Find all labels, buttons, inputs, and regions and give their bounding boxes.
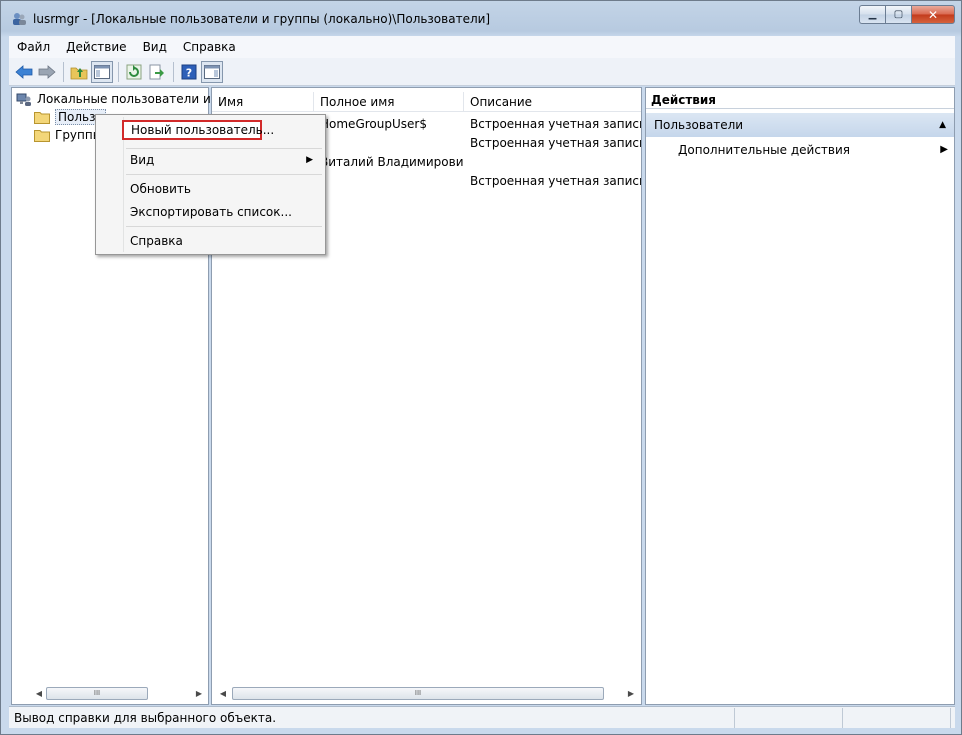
context-menu: Новый пользователь... Вид ▶ Обновить Экс… bbox=[95, 114, 326, 255]
scroll-left-icon[interactable]: ◀ bbox=[32, 687, 46, 701]
export-list-icon bbox=[149, 64, 164, 79]
menu-view[interactable]: Вид bbox=[135, 40, 175, 54]
main-window: lusrmgr - [Локальные пользователи и груп… bbox=[0, 0, 962, 735]
column-header-full-name[interactable]: Полное имя bbox=[314, 92, 464, 112]
menu-bar: Файл Действие Вид Справка bbox=[9, 36, 955, 58]
menu-item-help[interactable]: Справка bbox=[98, 231, 323, 251]
minimize-icon: ▁ bbox=[868, 9, 877, 20]
close-button[interactable]: ✕ bbox=[911, 5, 955, 24]
refresh-button[interactable] bbox=[123, 61, 145, 83]
status-cell bbox=[735, 707, 843, 728]
folder-icon bbox=[34, 111, 50, 124]
title-bar[interactable]: lusrmgr - [Локальные пользователи и груп… bbox=[1, 1, 961, 35]
status-text: Вывод справки для выбранного объекта. bbox=[9, 707, 735, 728]
cell-full-name bbox=[314, 134, 464, 153]
forward-arrow-icon bbox=[38, 64, 56, 79]
show-hide-tree-button[interactable] bbox=[91, 60, 113, 83]
column-header-description[interactable]: Описание bbox=[464, 92, 641, 112]
cell-description bbox=[464, 153, 641, 172]
more-actions-label: Дополнительные действия bbox=[678, 143, 851, 157]
toolbar-separator bbox=[63, 61, 64, 82]
list-horizontal-scrollbar[interactable]: ◀ III ▶ bbox=[216, 686, 638, 701]
cell-description: Встроенная учетная запись адм bbox=[470, 136, 641, 150]
status-cell bbox=[843, 707, 951, 728]
actions-header: Действия bbox=[646, 91, 954, 109]
cell-description: Встроенная учетная запись для bbox=[470, 117, 641, 131]
cell-full-name: Виталий Владимирович bbox=[320, 155, 464, 169]
show-hide-action-pane-button[interactable] bbox=[201, 60, 223, 83]
cell-full-name bbox=[314, 172, 464, 191]
scrollbar-track[interactable]: III bbox=[230, 687, 624, 700]
list-header: Имя Полное имя Описание bbox=[212, 92, 641, 112]
submenu-arrow-icon: ▶ bbox=[940, 144, 948, 155]
tree-item-groups[interactable]: Группы bbox=[34, 126, 102, 144]
scroll-right-icon[interactable]: ▶ bbox=[192, 687, 206, 701]
tree-item-root[interactable]: Локальные пользователи и гру bbox=[16, 90, 236, 108]
toolbar: ? bbox=[9, 58, 955, 86]
forward-button[interactable] bbox=[36, 61, 58, 83]
show-hide-console-tree-icon bbox=[94, 64, 110, 79]
menu-separator bbox=[126, 174, 322, 175]
maximize-icon: ▢ bbox=[893, 9, 904, 20]
users-group-icon bbox=[13, 13, 26, 25]
up-level-button[interactable] bbox=[68, 61, 90, 83]
menu-separator bbox=[126, 148, 322, 149]
cell-full-name: HomeGroupUser$ bbox=[320, 117, 427, 131]
maximize-button[interactable]: ▢ bbox=[885, 5, 911, 24]
close-icon: ✕ bbox=[927, 7, 939, 22]
export-list-button[interactable] bbox=[146, 61, 168, 83]
back-arrow-icon bbox=[15, 64, 33, 79]
help-icon: ? bbox=[181, 64, 197, 79]
tree-horizontal-scrollbar[interactable]: ◀ III ▶ bbox=[32, 686, 206, 701]
cell-description: Встроенная учетная запись для bbox=[470, 174, 641, 188]
actions-pane: Действия Пользователи ▲ Дополнительные д… bbox=[645, 87, 955, 705]
scroll-left-icon[interactable]: ◀ bbox=[216, 687, 230, 701]
window-controls: ▁ ▢ ✕ bbox=[859, 5, 955, 26]
svg-text:?: ? bbox=[186, 66, 192, 79]
scroll-right-icon[interactable]: ▶ bbox=[624, 687, 638, 701]
actions-section-label: Пользователи bbox=[654, 118, 744, 132]
up-folder-icon bbox=[70, 67, 88, 79]
show-hide-action-pane-icon bbox=[204, 64, 220, 79]
submenu-arrow-icon: ▶ bbox=[306, 155, 313, 165]
collapse-up-icon[interactable]: ▲ bbox=[939, 113, 946, 137]
tree-root-label: Локальные пользователи и гру bbox=[37, 92, 236, 106]
status-bar: Вывод справки для выбранного объекта. bbox=[9, 706, 955, 728]
toolbar-separator bbox=[173, 61, 174, 82]
help-button[interactable]: ? bbox=[178, 61, 200, 83]
actions-section-users[interactable]: Пользователи ▲ bbox=[646, 113, 954, 137]
menu-file[interactable]: Файл bbox=[9, 40, 58, 54]
window-title: lusrmgr - [Локальные пользователи и груп… bbox=[33, 12, 491, 26]
menu-action[interactable]: Действие bbox=[58, 40, 134, 54]
refresh-icon bbox=[126, 64, 142, 79]
minimize-button[interactable]: ▁ bbox=[859, 5, 885, 24]
folder-icon bbox=[34, 129, 50, 142]
toolbar-separator bbox=[118, 61, 119, 82]
menu-item-view-label: Вид bbox=[130, 153, 155, 167]
menu-item-export-list[interactable]: Экспортировать список... bbox=[98, 202, 323, 222]
menu-item-view[interactable]: Вид ▶ bbox=[98, 150, 323, 170]
menu-help[interactable]: Справка bbox=[175, 40, 244, 54]
scrollbar-thumb[interactable]: III bbox=[46, 687, 148, 700]
back-button[interactable] bbox=[13, 61, 35, 83]
menu-item-refresh[interactable]: Обновить bbox=[98, 179, 323, 199]
more-actions-item[interactable]: Дополнительные действия ▶ bbox=[678, 140, 954, 160]
column-header-name[interactable]: Имя bbox=[212, 92, 314, 112]
menu-separator bbox=[126, 226, 322, 227]
scrollbar-thumb[interactable]: III bbox=[232, 687, 604, 700]
menu-item-new-user[interactable]: Новый пользователь... bbox=[122, 120, 274, 140]
scrollbar-track[interactable]: III bbox=[46, 687, 192, 700]
computer-users-icon bbox=[16, 93, 31, 106]
